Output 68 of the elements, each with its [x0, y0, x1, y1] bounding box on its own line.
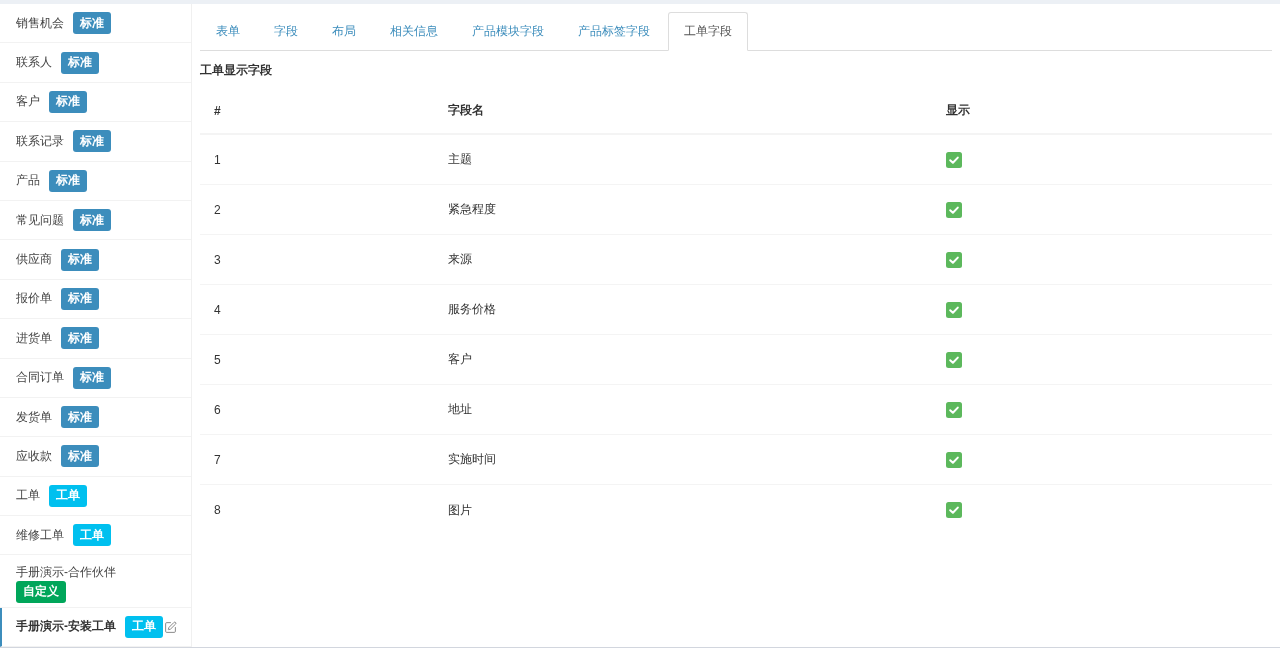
- sidebar-item[interactable]: 手册演示-合作伙伴 自定义: [0, 555, 191, 608]
- sidebar-item[interactable]: 常见问题 标准: [0, 200, 191, 241]
- sidebar-item[interactable]: 产品 标准: [0, 161, 191, 201]
- field-name: 来源: [448, 251, 472, 268]
- tab[interactable]: 相关信息: [374, 12, 454, 51]
- column-header: #: [214, 103, 221, 118]
- sidebar-item[interactable]: 进货单 标准: [0, 319, 191, 359]
- row-number: 4: [214, 302, 221, 317]
- sidebar-item[interactable]: 供应商 标准: [0, 240, 191, 280]
- field-name: 地址: [448, 401, 472, 418]
- row-number: 5: [214, 352, 221, 367]
- checkbox[interactable]: [946, 301, 962, 318]
- type-tag: 工单: [125, 615, 163, 638]
- tab[interactable]: 表单: [200, 12, 256, 51]
- checkbox[interactable]: [946, 251, 962, 268]
- checkbox[interactable]: [946, 351, 962, 368]
- type-tag: 标准: [73, 366, 111, 389]
- checkbox[interactable]: [946, 451, 962, 468]
- type-tag: 标准: [61, 248, 99, 271]
- sidebar-item[interactable]: 手册演示-安装工单 工单: [0, 607, 191, 647]
- field-name: 图片: [448, 501, 472, 519]
- column-header: 显示: [946, 102, 970, 119]
- checkbox[interactable]: [946, 201, 962, 218]
- column-header: 字段名: [448, 102, 484, 119]
- sidebar-item[interactable]: 联系人 标准: [0, 43, 191, 83]
- checkbox[interactable]: [946, 502, 962, 518]
- type-tag: 标准: [61, 287, 99, 310]
- tab[interactable]: 产品模块字段: [456, 12, 560, 51]
- tab[interactable]: 布局: [316, 12, 372, 51]
- field-name: 主题: [448, 151, 472, 168]
- sidebar-item[interactable]: 联系记录 标准: [0, 122, 191, 162]
- row-number: 6: [214, 402, 221, 417]
- sidebar-item[interactable]: 报价单 标准: [0, 279, 191, 320]
- row-number: 3: [214, 252, 221, 267]
- sidebar-item[interactable]: 工单 工单: [0, 476, 191, 517]
- type-tag: 标准: [61, 51, 99, 74]
- checkbox[interactable]: [946, 401, 962, 418]
- sidebar-item[interactable]: 应收款 标准: [0, 437, 191, 477]
- type-tag: 标准: [61, 445, 99, 468]
- checkbox[interactable]: [946, 151, 962, 168]
- tab[interactable]: 工单字段: [668, 12, 748, 51]
- sidebar-item[interactable]: 客户 标准: [0, 82, 191, 123]
- type-tag: 标准: [73, 209, 111, 232]
- row-number: 8: [214, 503, 221, 517]
- row-number: 2: [214, 202, 221, 217]
- section-title: 工单显示字段: [200, 62, 272, 79]
- type-tag: 标准: [49, 90, 87, 113]
- field-name: 服务价格: [448, 301, 496, 318]
- field-name: 客户: [448, 351, 472, 368]
- type-tag: 工单: [73, 524, 111, 547]
- type-tag: 自定义: [16, 580, 66, 603]
- type-tag: 标准: [73, 130, 111, 153]
- type-tag: 标准: [49, 169, 87, 192]
- sidebar-item[interactable]: 销售机会 标准: [0, 4, 191, 44]
- row-number: 7: [214, 452, 221, 467]
- sidebar-item[interactable]: 发货单 标准: [0, 397, 191, 438]
- tab[interactable]: 字段: [258, 12, 314, 51]
- sidebar-item[interactable]: 维修工单 工单: [0, 516, 191, 556]
- tab[interactable]: 产品标签字段: [562, 12, 666, 51]
- sidebar-item[interactable]: 合同订单 标准: [0, 358, 191, 398]
- field-name: 实施时间: [448, 451, 496, 468]
- field-name: 紧急程度: [448, 201, 496, 218]
- type-tag: 工单: [49, 484, 87, 507]
- type-tag: 标准: [61, 327, 99, 350]
- row-number: 1: [214, 152, 221, 167]
- type-tag: 标准: [73, 12, 111, 35]
- type-tag: 标准: [61, 406, 99, 429]
- edit-icon[interactable]: [164, 620, 177, 634]
